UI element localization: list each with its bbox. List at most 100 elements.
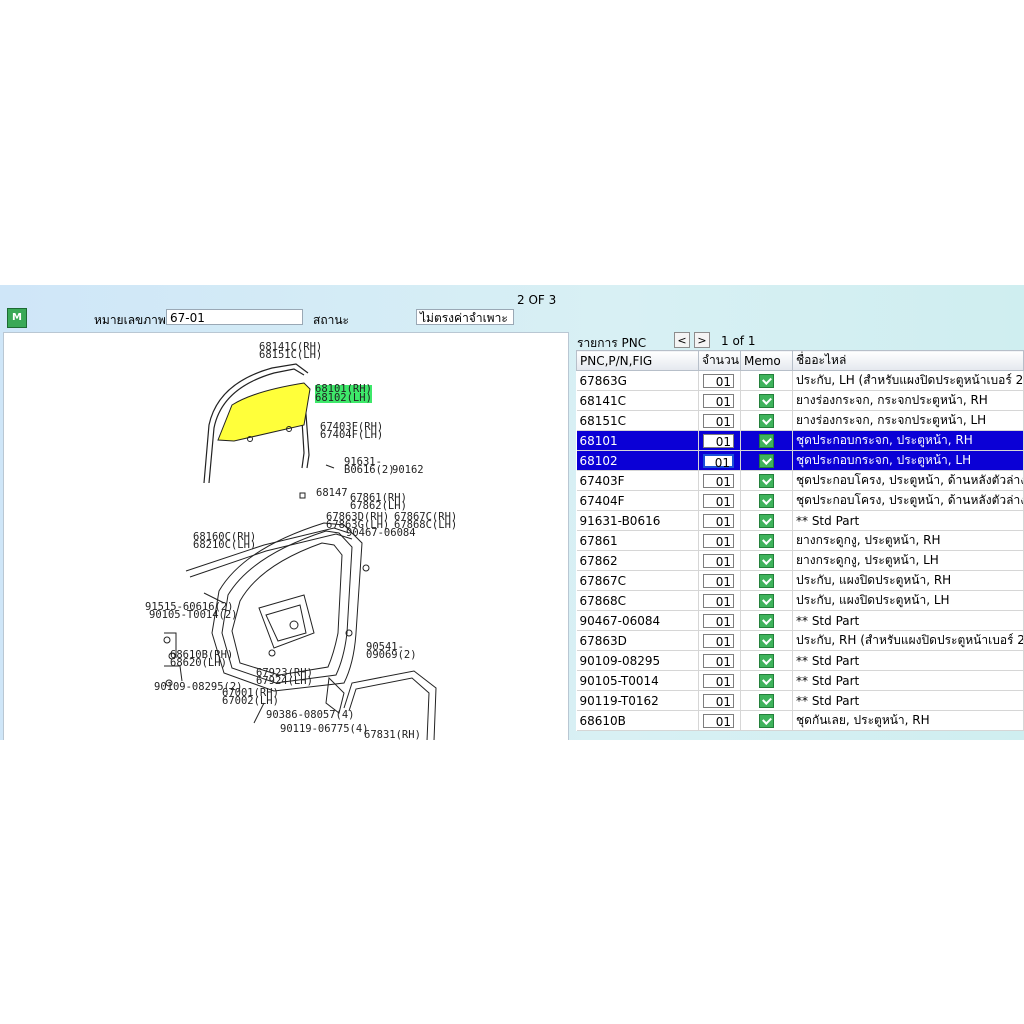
part-name-cell[interactable]: ประกับ, แผงปิดประตูหน้า, RH: [792, 570, 1024, 591]
prev-page-button[interactable]: <: [674, 332, 690, 348]
quantity-input[interactable]: 01: [703, 673, 734, 689]
quantity-input[interactable]: 01: [703, 413, 734, 429]
table-row[interactable]: 67861 01 ยางกระดูกงู, ประตูหน้า, RH: [576, 530, 1024, 551]
callout-label[interactable]: 90467-06084: [346, 528, 416, 539]
quantity-input[interactable]: 01: [703, 493, 734, 509]
memo-icon[interactable]: [759, 533, 774, 548]
part-name-cell[interactable]: ชุดประกอบโครง, ประตูหน้า, ด้านหลังตัวล่า…: [792, 470, 1024, 491]
part-name-cell[interactable]: ประกับ, แผงปิดประตูหน้า, LH: [792, 590, 1024, 611]
quantity-input[interactable]: 01: [703, 473, 734, 489]
memo-icon[interactable]: [759, 513, 774, 528]
pnc-cell[interactable]: 67867C: [576, 570, 699, 591]
memo-icon[interactable]: [759, 433, 774, 448]
callout-label[interactable]: 68620(LH): [170, 658, 227, 669]
quantity-input[interactable]: 01: [703, 653, 734, 669]
pnc-cell[interactable]: 68101: [576, 430, 699, 451]
pnc-cell[interactable]: 67861: [576, 530, 699, 551]
pnc-cell[interactable]: 67403F: [576, 470, 699, 491]
table-row[interactable]: 67868C 01 ประกับ, แผงปิดประตูหน้า, LH: [576, 590, 1024, 611]
part-name-cell[interactable]: ชุดประกอบกระจก, ประตูหน้า, RH: [792, 430, 1024, 451]
memo-icon[interactable]: [759, 393, 774, 408]
pnc-cell[interactable]: 68102: [576, 450, 699, 471]
memo-icon[interactable]: [759, 573, 774, 588]
table-row[interactable]: 68610B 01 ชุดกันเลย, ประตูหน้า, RH: [576, 710, 1024, 731]
table-row[interactable]: 68151C 01 ยางร่องกระจก, กระจกประตูหน้า, LH: [576, 410, 1024, 431]
callout-label[interactable]: 67831(RH): [364, 730, 421, 740]
memo-icon[interactable]: [759, 633, 774, 648]
picture-no-field[interactable]: 67-01: [166, 309, 303, 325]
memo-icon[interactable]: [759, 713, 774, 728]
pnc-cell[interactable]: 68610B: [576, 710, 699, 731]
callout-label[interactable]: 90162: [392, 465, 424, 476]
table-row[interactable]: 91631-B0616 01 ** Std Part: [576, 510, 1024, 531]
table-row[interactable]: 90105-T0014 01 ** Std Part: [576, 670, 1024, 691]
pnc-cell[interactable]: 67868C: [576, 590, 699, 611]
pnc-cell[interactable]: 68151C: [576, 410, 699, 431]
table-row[interactable]: 67403F 01 ชุดประกอบโครง, ประตูหน้า, ด้านหล…: [576, 470, 1024, 491]
memo-icon[interactable]: [759, 673, 774, 688]
part-name-cell[interactable]: ** Std Part: [792, 610, 1024, 631]
pnc-cell[interactable]: 68141C: [576, 390, 699, 411]
table-row[interactable]: 67863G 01 ประกับ, LH (สำหรับแผงปิดประตูหน้…: [576, 370, 1024, 391]
callout-label[interactable]: 09069(2): [366, 650, 417, 661]
callout-label[interactable]: 67862(LH): [350, 501, 407, 512]
quantity-input[interactable]: 01: [703, 513, 734, 529]
callout-label[interactable]: 67002(LH): [222, 696, 279, 707]
callout-label[interactable]: 68210C(LH): [193, 540, 256, 551]
pnc-cell[interactable]: 90467-06084: [576, 610, 699, 631]
part-name-cell[interactable]: ยางกระดูกงู, ประตูหน้า, LH: [792, 550, 1024, 571]
memo-icon[interactable]: [759, 693, 774, 708]
callout-label[interactable]: 68147: [316, 488, 348, 499]
pnc-cell[interactable]: 90119-T0162: [576, 690, 699, 711]
memo-icon[interactable]: [759, 553, 774, 568]
callout-label[interactable]: 90105-T0014(2): [149, 610, 238, 621]
table-row[interactable]: 67867C 01 ประกับ, แผงปิดประตูหน้า, RH: [576, 570, 1024, 591]
column-header-qty[interactable]: จำนวน: [698, 350, 741, 371]
memo-icon[interactable]: [759, 593, 774, 608]
quantity-input[interactable]: 01: [703, 593, 734, 609]
column-header-part-name[interactable]: ชื่ออะไหล่: [792, 350, 1024, 371]
memo-icon[interactable]: [759, 493, 774, 508]
part-name-cell[interactable]: ** Std Part: [792, 510, 1024, 531]
table-row[interactable]: 90467-06084 01 ** Std Part: [576, 610, 1024, 631]
memo-icon[interactable]: [759, 473, 774, 488]
part-name-cell[interactable]: ** Std Part: [792, 690, 1024, 711]
memo-icon[interactable]: [759, 613, 774, 628]
quantity-input[interactable]: 01: [703, 373, 734, 389]
pnc-cell[interactable]: 67863G: [576, 370, 699, 391]
memo-icon[interactable]: [759, 413, 774, 428]
column-header-pnc[interactable]: PNC,P/N,FIG: [576, 350, 699, 371]
pnc-cell[interactable]: 67863D: [576, 630, 699, 651]
part-name-cell[interactable]: ยางร่องกระจก, กระจกประตูหน้า, LH: [792, 410, 1024, 431]
status-field[interactable]: ไม่ตรงค่าจำเพาะ: [416, 309, 514, 325]
part-name-cell[interactable]: ประกับ, LH (สำหรับแผงปิดประตูหน้าเบอร์ 2…: [792, 370, 1024, 391]
column-header-memo[interactable]: Memo: [740, 350, 793, 371]
part-name-cell[interactable]: ชุดประกอบโครง, ประตูหน้า, ด้านหลังตัวล่า…: [792, 490, 1024, 511]
part-name-cell[interactable]: ยางกระดูกงู, ประตูหน้า, RH: [792, 530, 1024, 551]
callout-label-highlighted[interactable]: 68102(LH): [315, 393, 372, 403]
callout-label[interactable]: 90386-08057(4): [266, 710, 355, 721]
callout-label[interactable]: 67924(LH): [256, 676, 313, 687]
memo-icon[interactable]: [759, 653, 774, 668]
parts-diagram[interactable]: 68141C(RH) 68151C(LH) 68101(RH) 68102(LH…: [3, 332, 569, 740]
pnc-cell[interactable]: 91631-B0616: [576, 510, 699, 531]
table-row[interactable]: 68101 01 ชุดประกอบกระจก, ประตูหน้า, RH: [576, 430, 1024, 451]
next-page-button[interactable]: >: [694, 332, 710, 348]
callout-label[interactable]: 90119-06775(4): [280, 724, 369, 735]
table-row[interactable]: 67863D 01 ประกับ, RH (สำหรับแผงปิดประตูหน้…: [576, 630, 1024, 651]
pnc-cell[interactable]: 90109-08295: [576, 650, 699, 671]
memo-icon[interactable]: [759, 373, 774, 388]
pnc-cell[interactable]: 67862: [576, 550, 699, 571]
memo-icon[interactable]: [759, 453, 774, 468]
quantity-input[interactable]: 01: [703, 553, 734, 569]
quantity-input[interactable]: 01: [703, 613, 734, 629]
part-name-cell[interactable]: ยางร่องกระจก, กระจกประตูหน้า, RH: [792, 390, 1024, 411]
table-row[interactable]: 90119-T0162 01 ** Std Part: [576, 690, 1024, 711]
table-row[interactable]: 90109-08295 01 ** Std Part: [576, 650, 1024, 671]
pnc-cell[interactable]: 90105-T0014: [576, 670, 699, 691]
callout-label[interactable]: 68151C(LH): [259, 350, 322, 361]
quantity-input[interactable]: 01: [703, 713, 734, 729]
quantity-input[interactable]: 01: [703, 573, 734, 589]
quantity-input[interactable]: 01: [703, 693, 734, 709]
callout-label[interactable]: B0616(2): [344, 465, 395, 476]
